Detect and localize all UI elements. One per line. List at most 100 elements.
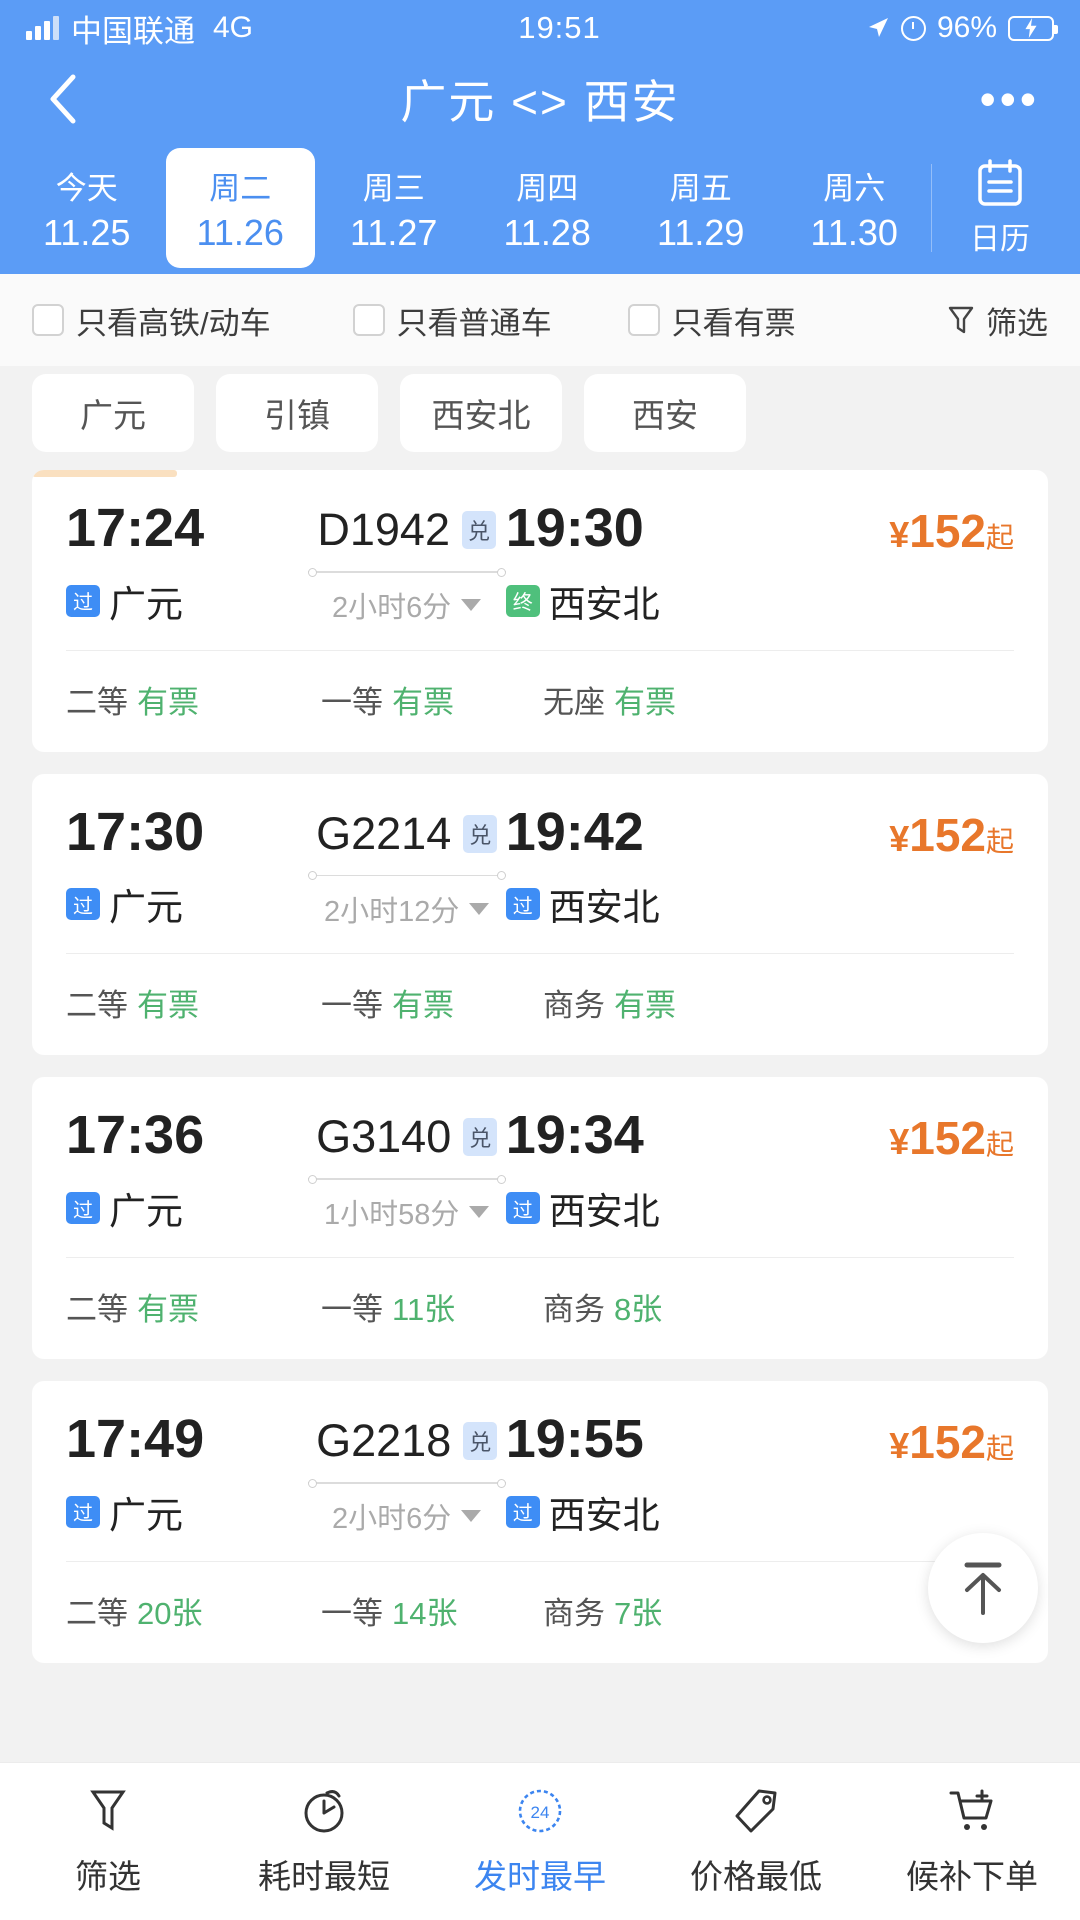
price-value: 152: [909, 808, 986, 861]
currency-symbol: ¥: [889, 1425, 910, 1467]
seat-class-item[interactable]: 一等 有票: [321, 980, 543, 1025]
filter-button[interactable]: 筛选: [948, 298, 1048, 343]
arrival-station-row: 过 西安北: [505, 1181, 794, 1235]
calendar-icon: [978, 159, 1022, 206]
seat-class-item[interactable]: 商务 8张: [543, 1284, 662, 1329]
checkbox-box[interactable]: [627, 304, 660, 336]
train-card[interactable]: 17:36 过 广元 G3140 兑 1小时58分 19:34 过 西安北 ¥1…: [32, 1077, 1048, 1360]
seat-class-item[interactable]: 商务 有票: [543, 980, 676, 1025]
tab-label: 耗时最短: [258, 1858, 390, 1895]
tab-label: 筛选: [75, 1858, 141, 1895]
station-chip-row: 广元 引镇 西安北 西安: [0, 366, 1080, 470]
seat-class-count: 有票: [137, 988, 199, 1024]
tab-lowest-price[interactable]: 价格最低: [648, 1785, 864, 1898]
departure-column: 17:36 过 广元: [66, 1107, 308, 1235]
checkbox-box[interactable]: [32, 304, 64, 336]
train-number: G2214: [316, 807, 452, 859]
seat-class-item[interactable]: 商务 7张: [543, 1588, 662, 1633]
price-label: ¥152起: [793, 808, 1014, 862]
date-selector: 今天 11.25 周二 11.26 周三 11.27 周四 11.28 周五 1…: [0, 142, 1080, 274]
seat-class-name: 二等: [66, 1292, 128, 1328]
departure-stop-badge: 过: [66, 1495, 100, 1528]
date-tab-1[interactable]: 周二 11.26: [165, 148, 315, 268]
departure-column: 17:24 过 广元: [66, 500, 308, 628]
date-tab-5[interactable]: 周六 11.30: [780, 148, 930, 268]
seat-class-count: 7张: [614, 1595, 663, 1631]
route-line: [307, 870, 506, 882]
seat-class-item[interactable]: 一等 11张: [321, 1284, 543, 1329]
price-label: ¥152起: [793, 504, 1014, 558]
train-number: G3140: [316, 1111, 452, 1163]
price-tag-icon: [732, 1785, 780, 1837]
duration-toggle[interactable]: 2小时6分: [332, 1495, 482, 1537]
train-middle-column: G3140 兑 1小时58分: [307, 1107, 506, 1233]
train-number-row: G2214 兑: [316, 807, 498, 860]
seat-class-item[interactable]: 无座 有票: [543, 677, 676, 722]
back-button[interactable]: [40, 74, 84, 124]
seat-class-count: 20张: [137, 1595, 203, 1631]
arrival-column: 19:34 过 西安北: [505, 1105, 794, 1235]
station-chip-0[interactable]: 广元: [32, 374, 194, 452]
duration-toggle[interactable]: 2小时12分: [324, 888, 490, 930]
seat-class-count: 有票: [614, 684, 676, 720]
filter-bar: 只看高铁/动车 只看普通车 只看有票 筛选: [0, 274, 1080, 366]
seat-class-item[interactable]: 二等 有票: [66, 677, 321, 722]
seat-class-count: 有票: [137, 684, 199, 720]
exchange-badge: 兑: [463, 1422, 498, 1461]
checkbox-box[interactable]: [352, 304, 385, 336]
seat-class-item[interactable]: 一等 有票: [321, 677, 543, 722]
calendar-button[interactable]: 日历: [932, 142, 1068, 274]
tab-shortest-duration[interactable]: 耗时最短: [216, 1785, 432, 1898]
date-tab-dow: 周五: [669, 170, 732, 206]
station-chip-3[interactable]: 西安: [584, 374, 746, 452]
train-middle-column: G2218 兑 2小时6分: [307, 1411, 506, 1537]
train-card[interactable]: 17:49 过 广元 G2218 兑 2小时6分 19:55 过 西安北 ¥15…: [32, 1381, 1048, 1663]
seat-class-item[interactable]: 二等 有票: [66, 1284, 321, 1329]
tab-label: 候补下单: [906, 1858, 1038, 1895]
train-card[interactable]: 17:30 过 广元 G2214 兑 2小时12分 19:42 过 西安北 ¥1…: [32, 773, 1048, 1056]
station-chip-2[interactable]: 西安北: [400, 374, 562, 452]
seat-class-item[interactable]: 二等 20张: [66, 1588, 321, 1633]
departure-time: 17:36: [66, 1105, 205, 1166]
departure-station-name: 广元: [109, 887, 183, 929]
departure-station-row: 过 广元: [66, 877, 308, 931]
checkbox-label: 只看普通车: [396, 305, 552, 341]
tab-filter[interactable]: 筛选: [0, 1785, 216, 1898]
tab-label: 价格最低: [690, 1858, 822, 1895]
seat-class-name: 二等: [66, 684, 128, 720]
chevron-down-icon: [461, 1510, 482, 1523]
seat-class-item[interactable]: 一等 14张: [321, 1588, 543, 1633]
seat-class-name: 无座: [543, 684, 605, 720]
arrival-time: 19:34: [505, 1105, 644, 1166]
train-card[interactable]: 17:24 过 广元 D1942 兑 2小时6分 19:30 终 西安北 ¥15…: [32, 470, 1048, 752]
battery-percent-label: 96%: [936, 11, 997, 44]
date-tab-dow: 周四: [516, 170, 579, 206]
arrival-stop-badge: 过: [505, 888, 540, 921]
duration-label: 2小时6分: [332, 1503, 452, 1536]
svg-text:24: 24: [531, 1803, 550, 1822]
station-chip-1[interactable]: 引镇: [216, 374, 378, 452]
train-card-main: 17:30 过 广元 G2214 兑 2小时12分 19:42 过 西安北 ¥1…: [32, 774, 1048, 954]
seat-class-item[interactable]: 二等 有票: [66, 980, 321, 1025]
bottom-tab-bar: 筛选 耗时最短 24 发时最早 价格最低 候补下单: [0, 1762, 1080, 1920]
date-tab-4[interactable]: 周五 11.29: [626, 148, 776, 268]
date-tab-3[interactable]: 周四 11.28: [473, 148, 623, 268]
checkbox-normal-train[interactable]: 只看普通车: [352, 298, 552, 343]
date-tab-2[interactable]: 周三 11.27: [319, 148, 469, 268]
checkbox-highspeed[interactable]: 只看高铁/动车: [32, 298, 271, 343]
train-list[interactable]: 17:24 过 广元 D1942 兑 2小时6分 19:30 终 西安北 ¥15…: [0, 470, 1080, 1762]
checkbox-has-tickets[interactable]: 只看有票: [627, 298, 796, 343]
arrival-column: 19:55 过 西安北: [505, 1411, 794, 1539]
carrier-label: 中国联通: [71, 13, 195, 49]
scroll-to-top-button[interactable]: [928, 1533, 1038, 1643]
tab-waitlist-order[interactable]: 候补下单: [864, 1785, 1080, 1898]
seat-availability-row: 二等 有票 一等 11张 商务 8张: [32, 1258, 1048, 1359]
tab-earliest-departure[interactable]: 24 发时最早: [432, 1785, 648, 1898]
duration-toggle[interactable]: 2小时6分: [332, 584, 482, 626]
seat-availability-row: 二等 有票 一等 有票 商务 有票: [32, 954, 1048, 1055]
duration-toggle[interactable]: 1小时58分: [324, 1191, 490, 1233]
more-dots-icon[interactable]: •••: [980, 76, 1040, 122]
seat-class-name: 商务: [543, 1292, 605, 1328]
price-value: 152: [909, 505, 986, 557]
date-tab-0[interactable]: 今天 11.25: [12, 148, 162, 268]
